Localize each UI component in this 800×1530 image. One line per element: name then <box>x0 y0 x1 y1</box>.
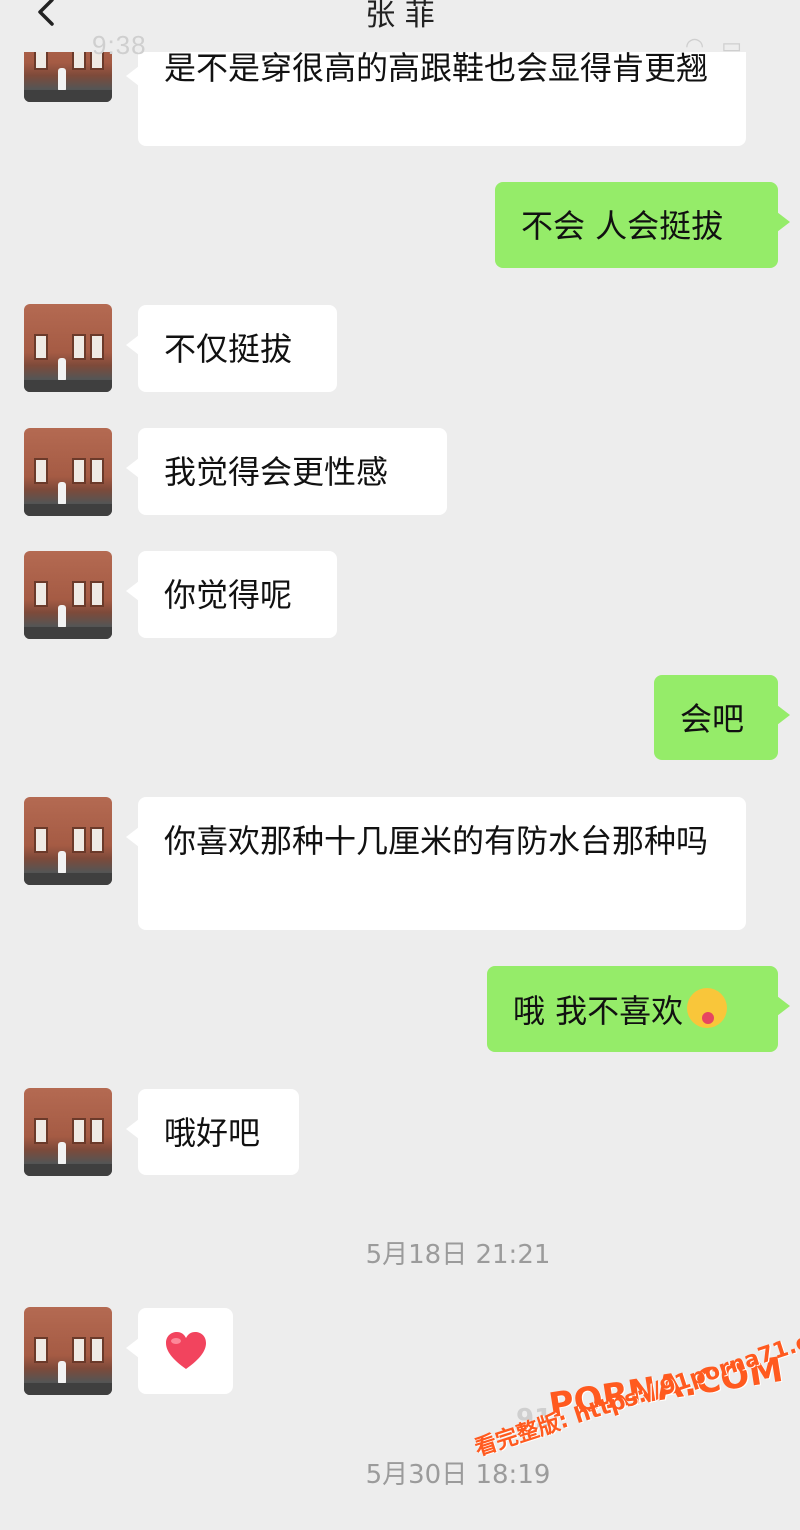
message-bubble-incoming[interactable]: 你觉得呢 <box>126 551 337 638</box>
message-text: 哦 我不喜欢 <box>513 992 684 1030</box>
message-bubble-outgoing[interactable]: 不会 人会挺拔 <box>495 182 790 268</box>
message-text: 是不是穿很高的高跟鞋也会显得肯更翘 <box>164 49 709 87</box>
message-text: 不仅挺拔 <box>164 330 293 368</box>
message-bubble-outgoing[interactable]: 会吧 <box>654 675 790 760</box>
message-text: 会吧 <box>680 700 745 738</box>
message-text: 我觉得会更性感 <box>164 453 389 491</box>
contact-avatar[interactable] <box>24 797 112 885</box>
contact-avatar[interactable] <box>24 551 112 639</box>
message-bubble-incoming[interactable]: 哦好吧 <box>126 1089 299 1175</box>
red-heart-icon <box>165 1332 206 1369</box>
message-text: 你喜欢那种十几厘米的有防水台那种吗 <box>164 822 709 860</box>
chat-timestamp: 5月18日 21:21 <box>365 1240 551 1270</box>
message-bubble-incoming[interactable]: 我觉得会更性感 <box>126 428 447 515</box>
chat-timestamp: 5月30日 18:19 <box>365 1460 551 1490</box>
message-bubble-outgoing[interactable]: 哦 我不喜欢 <box>487 966 790 1052</box>
message-bubble-incoming[interactable]: 是不是穿很高的高跟鞋也会显得肯更翘 <box>126 36 746 146</box>
winking-face-tongue-icon <box>687 988 728 1028</box>
message-bubble-incoming[interactable] <box>126 1308 233 1394</box>
chat-header: 张 菲 9:38 ◠ ▭ <box>0 0 800 60</box>
message-text: 你觉得呢 <box>164 576 293 614</box>
message-text: 哦好吧 <box>164 1114 261 1152</box>
message-text: 不会 人会挺拔 <box>521 207 724 245</box>
message-bubble-incoming[interactable]: 不仅挺拔 <box>126 305 337 392</box>
wifi-icon: ◠ <box>685 34 705 59</box>
status-icons: ◠ ▭ <box>675 34 742 59</box>
status-time: 9:38 <box>92 30 147 60</box>
contact-avatar[interactable] <box>24 1307 112 1395</box>
contact-avatar[interactable] <box>24 1088 112 1176</box>
contact-avatar[interactable] <box>24 428 112 516</box>
message-bubble-incoming[interactable]: 你喜欢那种十几厘米的有防水台那种吗 <box>126 797 746 930</box>
contact-avatar[interactable] <box>24 304 112 392</box>
battery-icon: ▭ <box>721 34 742 59</box>
chat-title: 张 菲 <box>365 0 435 33</box>
